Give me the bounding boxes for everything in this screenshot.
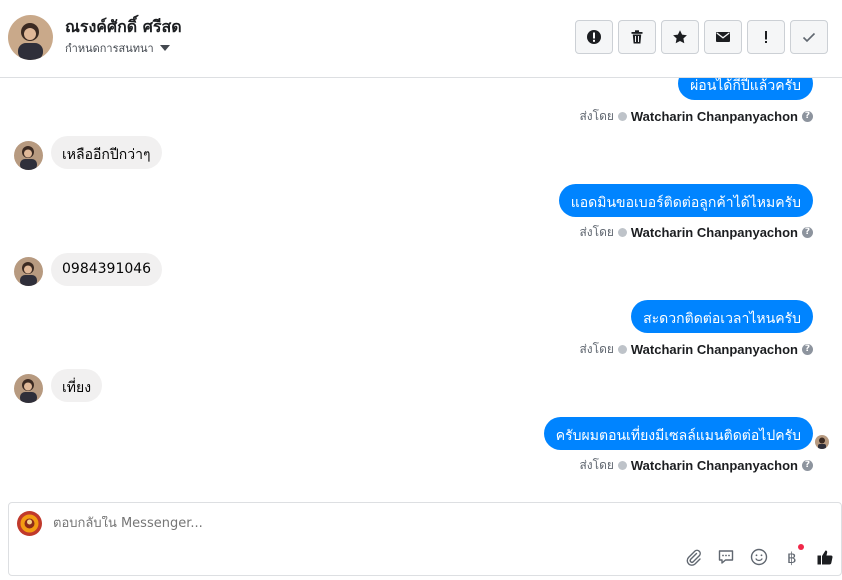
caret-down-icon xyxy=(159,45,170,51)
sent-by-name[interactable]: Watcharin Chanpanyachon xyxy=(631,109,798,124)
composer-tools: ฿ xyxy=(683,544,835,567)
sent-by-label: ส่งโดย xyxy=(579,458,614,472)
chat-bubble-icon xyxy=(718,550,734,564)
page-avatar xyxy=(17,511,42,536)
contact-avatar-small[interactable] xyxy=(14,141,43,170)
svg-text:฿: ฿ xyxy=(787,549,797,566)
notification-dot xyxy=(798,544,804,550)
sent-by-info: ส่งโดย Watcharin Chanpanyachon ? xyxy=(579,223,813,242)
incoming-message[interactable]: 0984391046 xyxy=(51,253,163,286)
baht-icon: ฿ xyxy=(787,549,797,566)
contact-avatar[interactable] xyxy=(8,15,53,60)
reply-input[interactable] xyxy=(53,516,653,531)
attach-button[interactable] xyxy=(683,547,703,567)
sent-check-icon xyxy=(617,112,627,121)
sent-check-icon xyxy=(617,461,627,470)
sent-by-label: ส่งโดย xyxy=(579,342,614,356)
mark-done-button[interactable] xyxy=(790,20,828,54)
spam-button[interactable] xyxy=(747,20,785,54)
reply-composer: ฿ xyxy=(8,502,842,576)
exclamation-icon xyxy=(765,31,767,43)
payment-button[interactable]: ฿ xyxy=(782,544,804,567)
header-actions xyxy=(575,20,828,54)
conversation-header: ณรงค์ศักดิ์ ศรีสด กำหนดการสนทนา xyxy=(0,0,842,78)
sent-by-info: ส่งโดย Watcharin Chanpanyachon ? xyxy=(579,107,813,126)
check-icon xyxy=(802,32,816,43)
sent-by-info: ส่งโดย Watcharin Chanpanyachon ? xyxy=(579,456,813,475)
outgoing-message[interactable]: ผ่อนได้กี่ปีแล้วครับ xyxy=(678,78,813,100)
emoji-button[interactable] xyxy=(749,547,769,567)
saved-replies-button[interactable] xyxy=(716,547,736,567)
like-button[interactable] xyxy=(815,547,835,567)
sent-check-icon xyxy=(617,228,627,237)
contact-avatar-small[interactable] xyxy=(14,374,43,403)
message-thread[interactable]: ผ่อนได้กี่ปีแล้วครับ ส่งโดย Watcharin Ch… xyxy=(0,78,842,501)
sent-check-icon xyxy=(617,345,627,354)
help-icon[interactable]: ? xyxy=(802,460,813,471)
sent-by-info: ส่งโดย Watcharin Chanpanyachon ? xyxy=(579,340,813,359)
paperclip-icon xyxy=(686,549,701,566)
star-icon xyxy=(673,30,687,44)
thumbs-up-icon xyxy=(817,550,833,565)
star-button[interactable] xyxy=(661,20,699,54)
outgoing-message[interactable]: สะดวกติดต่อเวลาไหนครับ xyxy=(631,300,813,333)
alert-circle-icon xyxy=(587,30,601,44)
help-icon[interactable]: ? xyxy=(802,344,813,355)
envelope-icon xyxy=(716,32,730,42)
sent-by-name[interactable]: Watcharin Chanpanyachon xyxy=(631,342,798,357)
sent-by-name[interactable]: Watcharin Chanpanyachon xyxy=(631,225,798,240)
outgoing-message[interactable]: แอดมินขอเบอร์ติดต่อลูกค้าได้ไหมครับ xyxy=(558,184,813,217)
sent-by-label: ส่งโดย xyxy=(579,225,614,239)
conversation-settings-dropdown[interactable]: กำหนดการสนทนา xyxy=(65,39,170,57)
help-icon[interactable]: ? xyxy=(802,227,813,238)
incoming-message[interactable]: เหลืออีกปีกว่าๆ xyxy=(51,136,162,169)
help-icon[interactable]: ? xyxy=(802,111,813,122)
sent-by-label: ส่งโดย xyxy=(579,109,614,123)
emoji-icon xyxy=(750,548,768,566)
delete-button[interactable] xyxy=(618,20,656,54)
seen-avatar xyxy=(815,435,829,449)
trash-icon xyxy=(631,30,643,44)
contact-avatar-small[interactable] xyxy=(14,257,43,286)
mark-unread-button[interactable] xyxy=(704,20,742,54)
sent-by-name[interactable]: Watcharin Chanpanyachon xyxy=(631,458,798,473)
outgoing-message[interactable]: ครับผมตอนเที่ยงมีเซลล์แมนติดต่อไปครับ xyxy=(543,417,813,450)
incoming-message[interactable]: เที่ยง xyxy=(51,369,103,402)
conversation-settings-label: กำหนดการสนทนา xyxy=(65,42,154,55)
contact-name[interactable]: ณรงค์ศักดิ์ ศรีสด xyxy=(65,15,182,40)
alert-circle-button[interactable] xyxy=(575,20,613,54)
